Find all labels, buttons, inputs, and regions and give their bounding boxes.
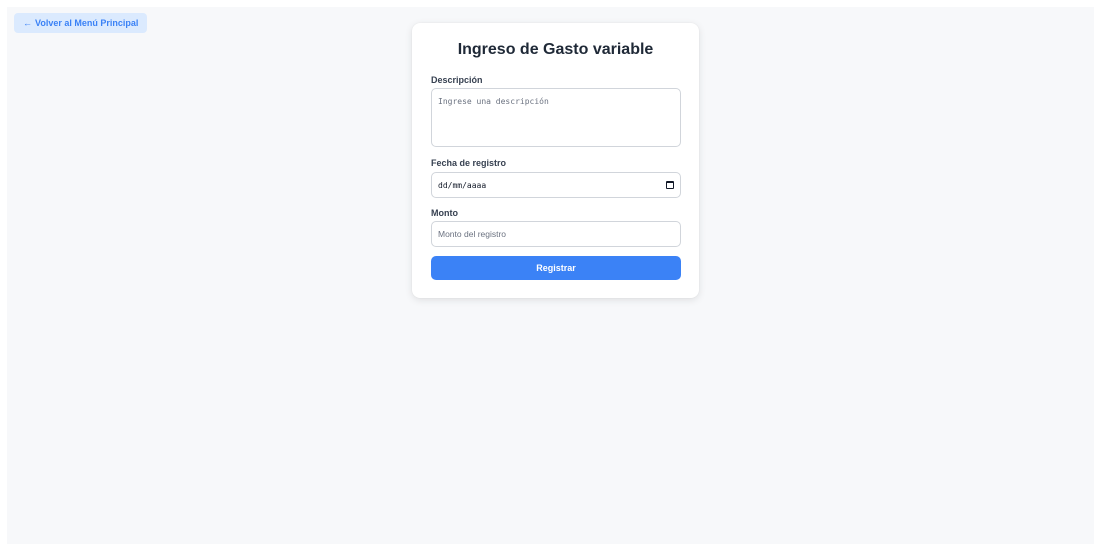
calendar-icon[interactable] (666, 181, 674, 189)
register-button[interactable]: Registrar (431, 256, 681, 280)
description-label: Descripción (431, 75, 483, 85)
expense-form-card: Ingreso de Gasto variable Descripción In… (412, 23, 699, 298)
description-textarea[interactable]: Ingrese una descripción (431, 88, 681, 147)
amount-input[interactable]: Monto del registro (431, 221, 681, 247)
description-placeholder: Ingrese una descripción (438, 97, 549, 106)
arrow-left-icon: ← (23, 18, 32, 28)
page-background: ← Volver al Menú Principal Ingreso de Ga… (7, 7, 1094, 544)
back-to-main-menu-button[interactable]: ← Volver al Menú Principal (14, 13, 148, 33)
amount-label: Monto (431, 208, 458, 218)
amount-placeholder: Monto del registro (438, 229, 507, 239)
back-button-label: Volver al Menú Principal (35, 18, 139, 28)
date-label: Fecha de registro (431, 158, 507, 168)
form-title: Ingreso de Gasto variable (457, 41, 654, 58)
date-input[interactable]: dd/mm/aaaa (431, 172, 681, 198)
date-placeholder: dd/mm/aaaa (438, 180, 487, 190)
